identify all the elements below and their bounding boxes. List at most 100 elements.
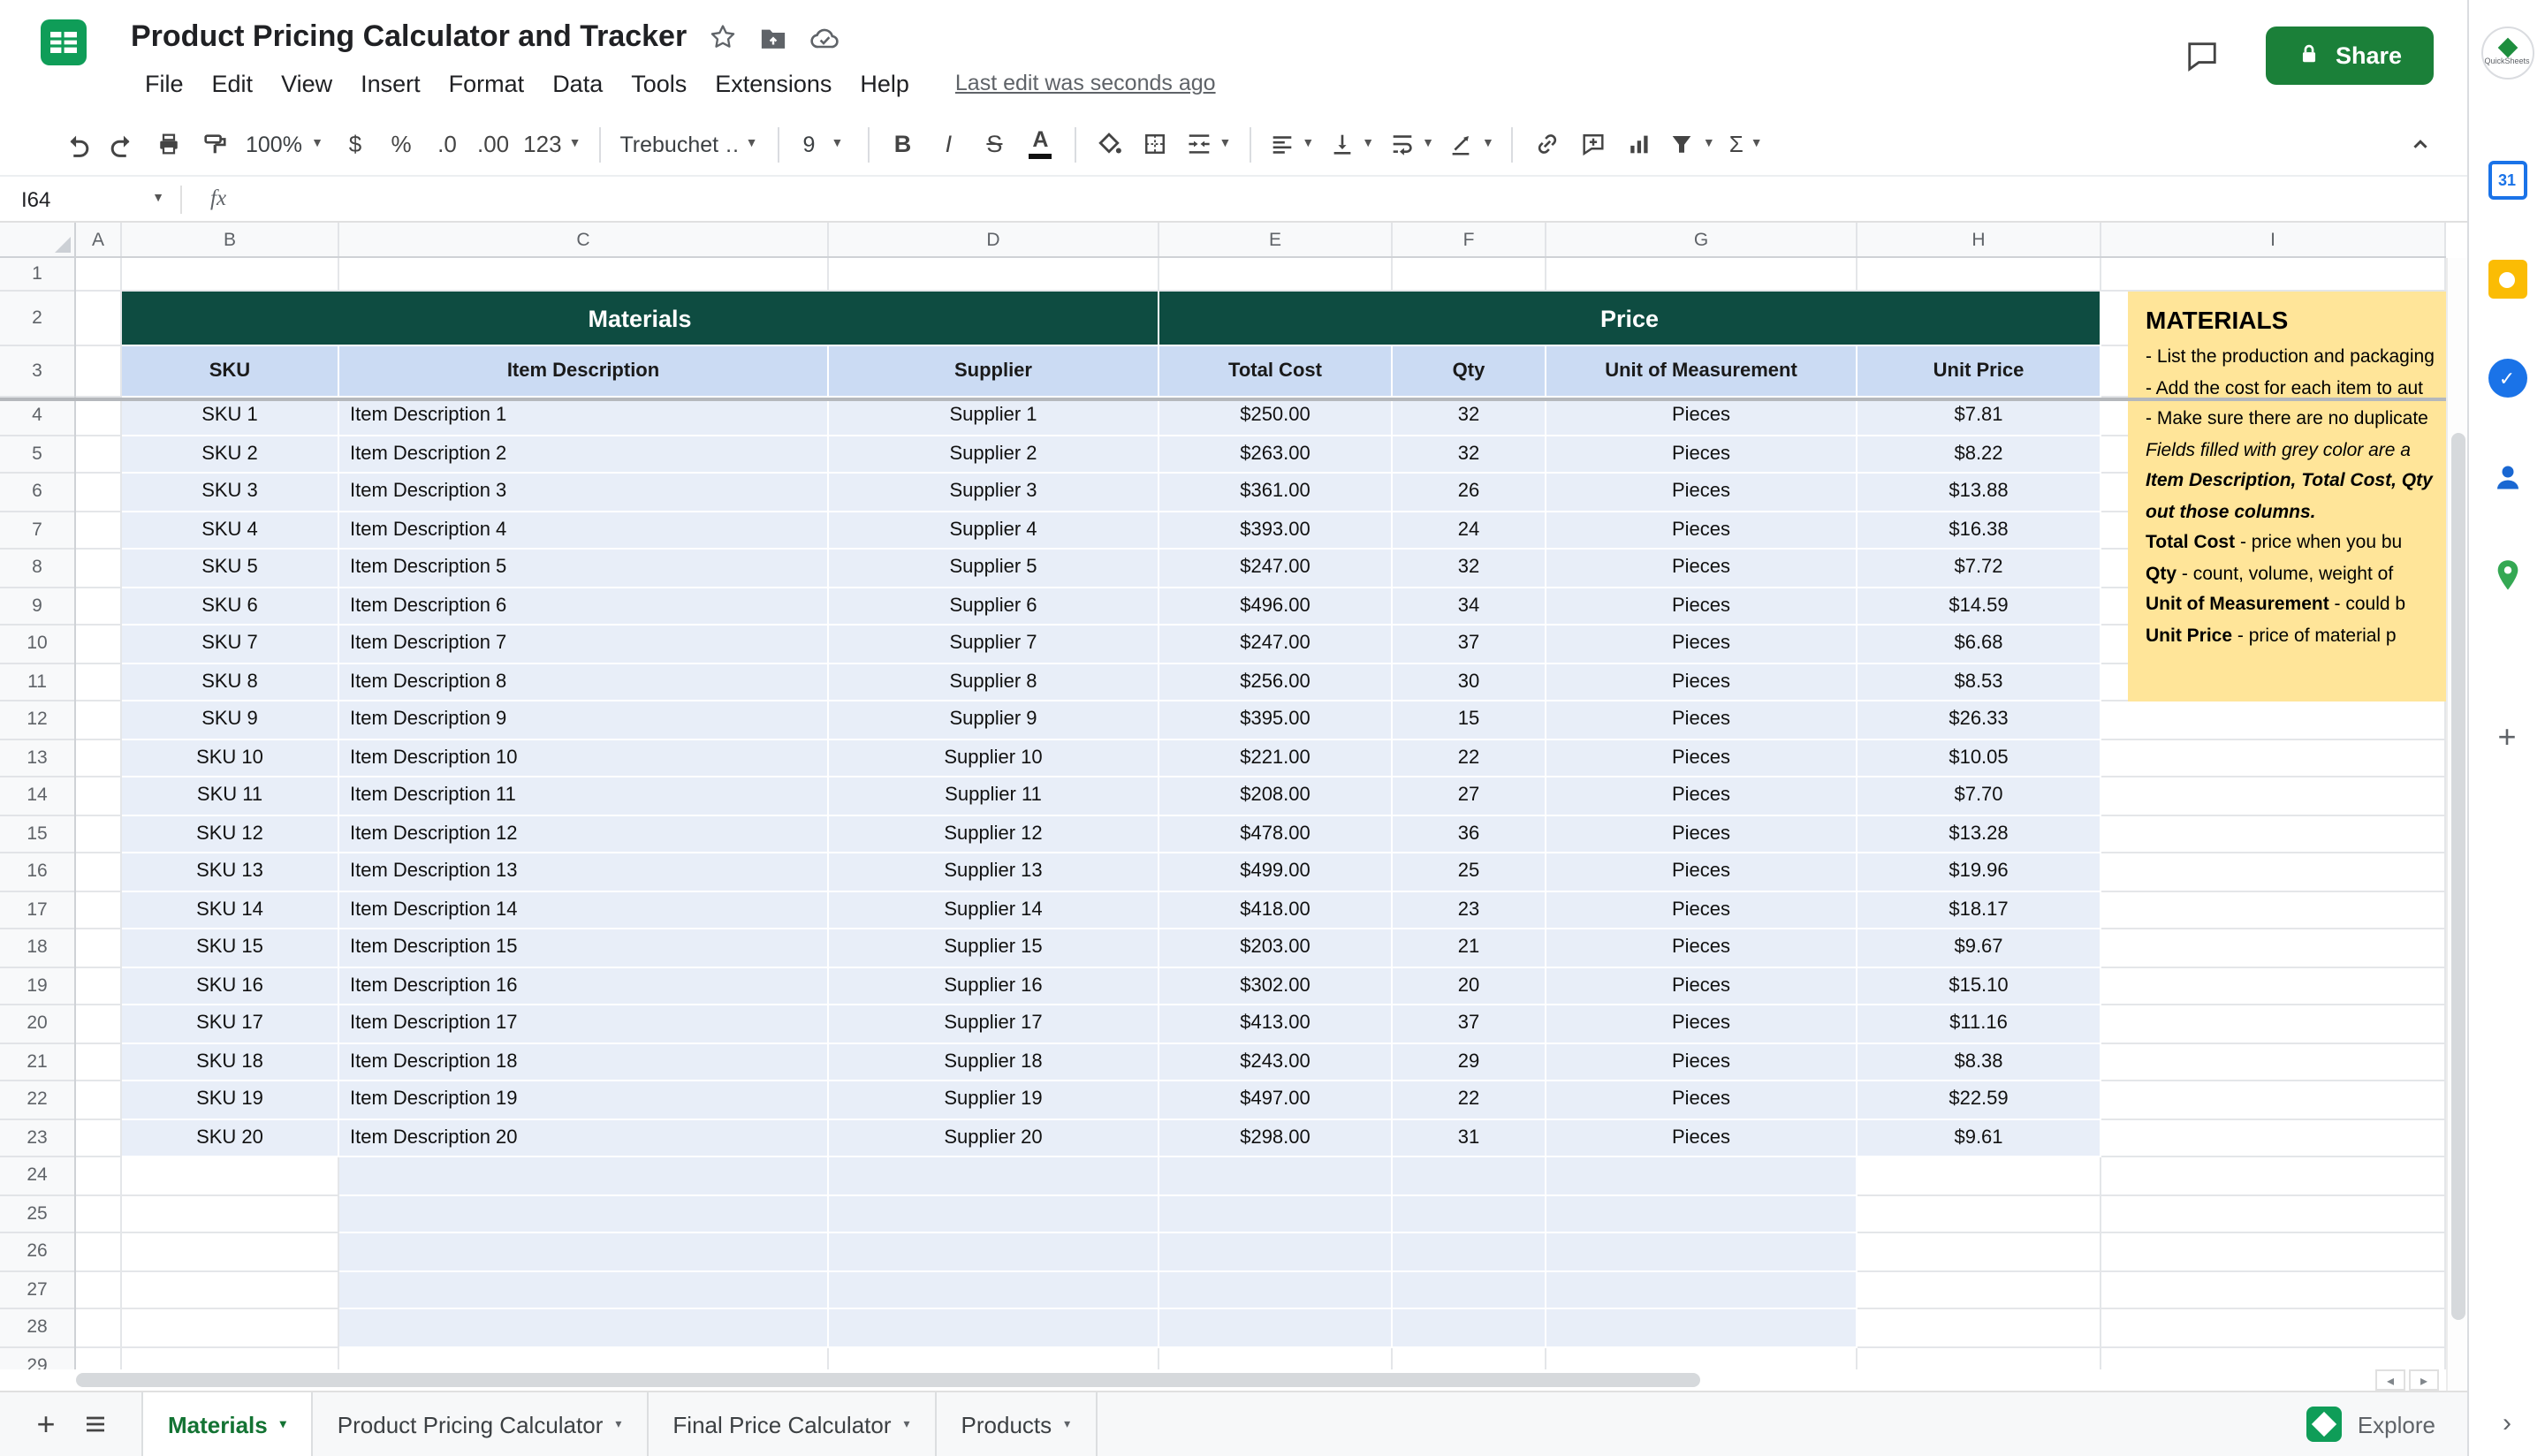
qty-cell[interactable]: 23 bbox=[1393, 891, 1546, 929]
menu-insert[interactable]: Insert bbox=[346, 70, 435, 96]
table-header-cell[interactable]: Item Description bbox=[339, 346, 829, 398]
scroll-left-button[interactable]: ◂ bbox=[2375, 1369, 2405, 1391]
cell[interactable] bbox=[2101, 1081, 2446, 1119]
cell[interactable] bbox=[1393, 258, 1546, 292]
cell[interactable] bbox=[122, 1271, 339, 1309]
font-size-select[interactable]: 9 ▼ bbox=[789, 121, 856, 167]
item-description-cell[interactable]: Item Description 7 bbox=[339, 626, 829, 664]
unit-of-measurement-cell[interactable]: Pieces bbox=[1546, 777, 1857, 815]
unit-of-measurement-cell[interactable]: Pieces bbox=[1546, 701, 1857, 739]
sheets-logo[interactable] bbox=[39, 18, 88, 76]
unit-price-cell[interactable]: $9.61 bbox=[1857, 1119, 2101, 1157]
cell[interactable] bbox=[122, 1195, 339, 1233]
row-header-21[interactable]: 21 bbox=[0, 1043, 74, 1081]
row-header-14[interactable]: 14 bbox=[0, 777, 74, 815]
input-cell[interactable] bbox=[1546, 1233, 1857, 1271]
sku-cell[interactable]: SKU 3 bbox=[122, 474, 339, 512]
unit-price-cell[interactable]: $9.67 bbox=[1857, 929, 2101, 967]
keep-icon[interactable] bbox=[2488, 260, 2526, 299]
total-cost-cell[interactable]: $298.00 bbox=[1159, 1119, 1393, 1157]
add-addon-icon[interactable]: + bbox=[2488, 717, 2526, 756]
borders-button[interactable] bbox=[1132, 121, 1178, 167]
sku-cell[interactable]: SKU 13 bbox=[122, 853, 339, 891]
row-header-28[interactable]: 28 bbox=[0, 1309, 74, 1347]
column-header-A[interactable]: A bbox=[76, 223, 122, 256]
cell[interactable] bbox=[1857, 1157, 2101, 1195]
menu-extensions[interactable]: Extensions bbox=[701, 70, 846, 96]
tasks-icon[interactable]: ✓ bbox=[2488, 359, 2526, 398]
cell[interactable] bbox=[76, 292, 122, 346]
unit-of-measurement-cell[interactable]: Pieces bbox=[1546, 436, 1857, 474]
unit-of-measurement-cell[interactable]: Pieces bbox=[1546, 550, 1857, 588]
supplier-cell[interactable]: Supplier 12 bbox=[829, 815, 1159, 853]
cell[interactable] bbox=[1546, 1347, 1857, 1369]
unit-price-cell[interactable]: $22.59 bbox=[1857, 1081, 2101, 1119]
input-cell[interactable] bbox=[339, 1157, 829, 1195]
unit-price-cell[interactable]: $13.28 bbox=[1857, 815, 2101, 853]
input-cell[interactable] bbox=[339, 1271, 829, 1309]
row-header-9[interactable]: 9 bbox=[0, 588, 74, 626]
horizontal-align-button[interactable]: ▼ bbox=[1261, 121, 1321, 167]
cell[interactable] bbox=[2101, 1005, 2446, 1043]
qty-cell[interactable]: 26 bbox=[1393, 474, 1546, 512]
unit-of-measurement-cell[interactable]: Pieces bbox=[1546, 398, 1857, 436]
price-banner-cell[interactable]: Price bbox=[1159, 292, 2101, 346]
explore-button[interactable]: Explore bbox=[2306, 1407, 2435, 1442]
sku-cell[interactable]: SKU 11 bbox=[122, 777, 339, 815]
unit-price-cell[interactable]: $14.59 bbox=[1857, 588, 2101, 626]
input-cell[interactable] bbox=[829, 1309, 1159, 1347]
qty-cell[interactable]: 37 bbox=[1393, 626, 1546, 664]
hide-menus-button[interactable] bbox=[2397, 121, 2442, 167]
qty-cell[interactable]: 22 bbox=[1393, 1081, 1546, 1119]
unit-price-cell[interactable]: $26.33 bbox=[1857, 701, 2101, 739]
column-header-B[interactable]: B bbox=[122, 223, 339, 256]
supplier-cell[interactable]: Supplier 16 bbox=[829, 967, 1159, 1005]
qty-cell[interactable]: 25 bbox=[1393, 853, 1546, 891]
decrease-decimal-button[interactable]: .0 bbox=[424, 121, 470, 167]
cell[interactable] bbox=[2101, 967, 2446, 1005]
cell[interactable] bbox=[122, 1347, 339, 1369]
total-cost-cell[interactable]: $263.00 bbox=[1159, 436, 1393, 474]
scroll-right-button[interactable]: ▸ bbox=[2409, 1369, 2439, 1391]
row-header-20[interactable]: 20 bbox=[0, 1005, 74, 1043]
filter-button[interactable]: ▼ bbox=[1662, 121, 1722, 167]
qty-cell[interactable]: 15 bbox=[1393, 701, 1546, 739]
row-header-11[interactable]: 11 bbox=[0, 664, 74, 701]
cell[interactable] bbox=[76, 258, 122, 292]
row-header-6[interactable]: 6 bbox=[0, 474, 74, 512]
cell[interactable] bbox=[122, 258, 339, 292]
sku-cell[interactable]: SKU 18 bbox=[122, 1043, 339, 1081]
cell[interactable] bbox=[76, 1233, 122, 1271]
cell[interactable] bbox=[1857, 1347, 2101, 1369]
total-cost-cell[interactable]: $256.00 bbox=[1159, 664, 1393, 701]
cell[interactable] bbox=[76, 967, 122, 1005]
fill-color-button[interactable] bbox=[1086, 121, 1132, 167]
total-cost-cell[interactable]: $499.00 bbox=[1159, 853, 1393, 891]
supplier-cell[interactable]: Supplier 9 bbox=[829, 701, 1159, 739]
row-header-1[interactable]: 1 bbox=[0, 258, 74, 292]
input-cell[interactable] bbox=[1159, 1309, 1393, 1347]
sku-cell[interactable]: SKU 12 bbox=[122, 815, 339, 853]
unit-price-cell[interactable]: $19.96 bbox=[1857, 853, 2101, 891]
cell[interactable] bbox=[76, 436, 122, 474]
name-box[interactable]: I64 ▼ bbox=[0, 177, 180, 221]
menu-edit[interactable]: Edit bbox=[198, 70, 268, 96]
cell[interactable] bbox=[2101, 929, 2446, 967]
unit-of-measurement-cell[interactable]: Pieces bbox=[1546, 815, 1857, 853]
table-header-cell[interactable]: Supplier bbox=[829, 346, 1159, 398]
cell[interactable] bbox=[1857, 1233, 2101, 1271]
cell[interactable] bbox=[76, 588, 122, 626]
cell[interactable] bbox=[339, 1347, 829, 1369]
sku-cell[interactable]: SKU 17 bbox=[122, 1005, 339, 1043]
unit-of-measurement-cell[interactable]: Pieces bbox=[1546, 1119, 1857, 1157]
qty-cell[interactable]: 30 bbox=[1393, 664, 1546, 701]
cell[interactable] bbox=[122, 1233, 339, 1271]
qty-cell[interactable]: 22 bbox=[1393, 739, 1546, 777]
row-header-3[interactable]: 3 bbox=[0, 346, 74, 398]
cell[interactable] bbox=[76, 1005, 122, 1043]
unit-of-measurement-cell[interactable]: Pieces bbox=[1546, 626, 1857, 664]
row-header-17[interactable]: 17 bbox=[0, 891, 74, 929]
star-icon[interactable] bbox=[708, 23, 736, 51]
sku-cell[interactable]: SKU 2 bbox=[122, 436, 339, 474]
input-cell[interactable] bbox=[1546, 1195, 1857, 1233]
